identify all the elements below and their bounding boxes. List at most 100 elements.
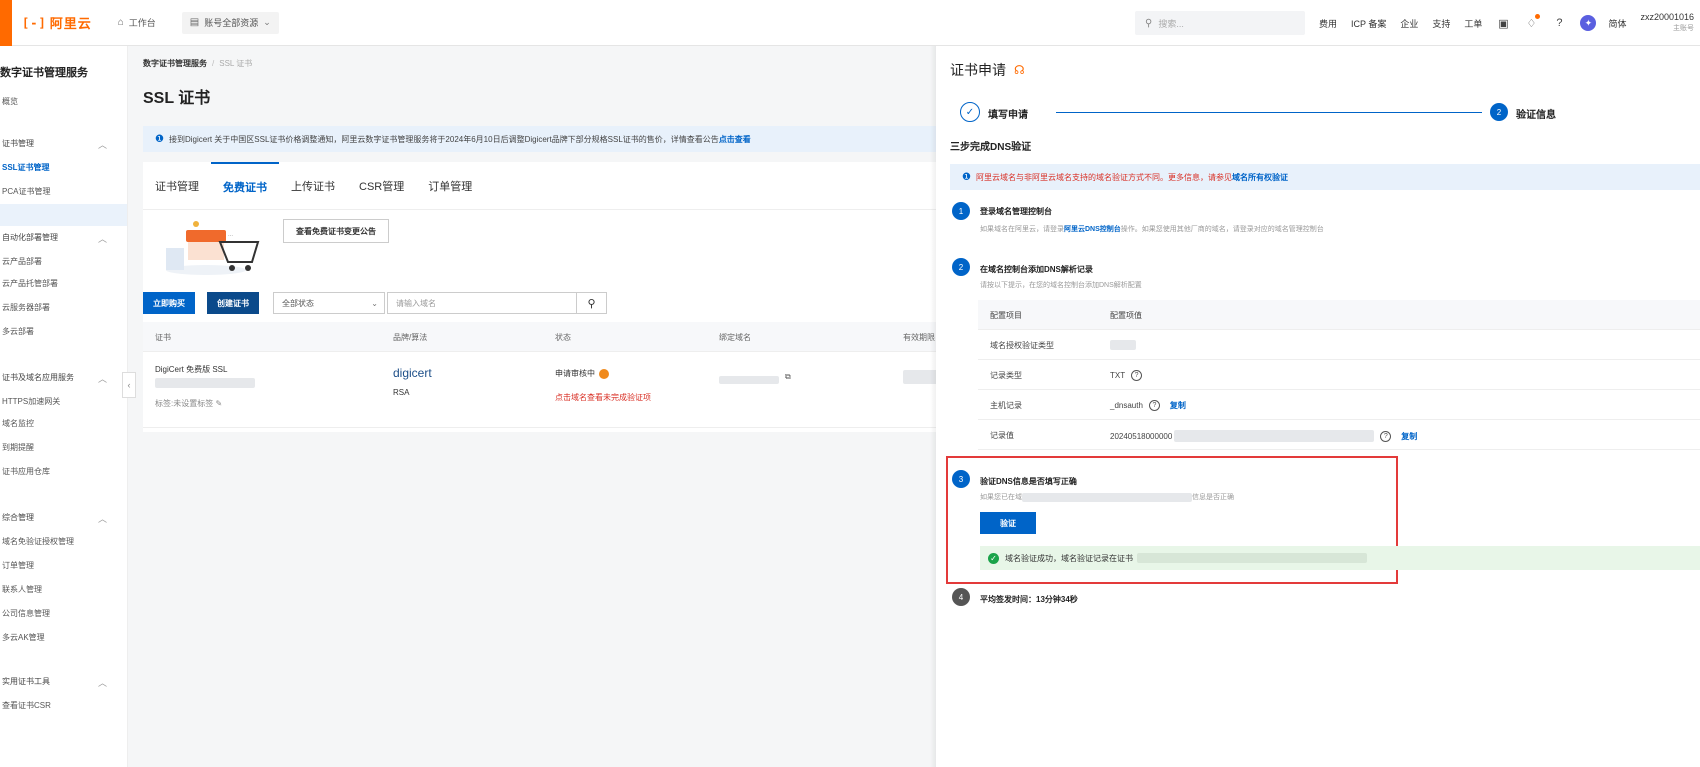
language-switch[interactable]: 简体 bbox=[1608, 17, 1626, 30]
username: zxz20001016 bbox=[1640, 12, 1694, 22]
left-sidebar: 数字证书管理服务 概览 证书管理 ︿ SSL证书管理 PCA证书管理 自动化部署管理 ︿ 云产… bbox=[0, 46, 128, 767]
chevron-up-icon[interactable]: ︿ bbox=[98, 512, 107, 525]
terminal-icon[interactable]: ▣ bbox=[1496, 16, 1510, 30]
tab-order-management[interactable]: 订单管理 bbox=[416, 162, 484, 210]
bell-icon[interactable]: ♢ bbox=[1524, 14, 1541, 30]
assistant-icon[interactable]: ✦ bbox=[1580, 15, 1597, 31]
cert-name[interactable]: DigiCert 免费版 SSL bbox=[155, 364, 227, 375]
dns-key: 主机记录 bbox=[990, 401, 1022, 410]
copy-host-button[interactable]: 复制 bbox=[1170, 400, 1186, 411]
chevron-down-icon: ⌄ bbox=[371, 298, 378, 308]
create-cert-button[interactable]: 创建证书 bbox=[207, 292, 259, 314]
account-menu[interactable]: zxz20001016 主账号 bbox=[1640, 11, 1694, 35]
top-link-billing[interactable]: 费用 bbox=[1319, 17, 1337, 30]
help-icon[interactable]: ? bbox=[1148, 400, 1160, 411]
tab-csr-management[interactable]: CSR管理 bbox=[347, 162, 416, 210]
sidebar-group[interactable]: 综合管理 bbox=[2, 512, 34, 523]
chevron-up-icon[interactable]: ︿ bbox=[98, 232, 107, 245]
top-link-ticket[interactable]: 工单 bbox=[1464, 17, 1482, 30]
sidebar-item[interactable]: HTTPS加速网关 bbox=[2, 396, 60, 407]
chevron-up-icon[interactable]: ︿ bbox=[98, 676, 107, 689]
sidebar-item[interactable]: SSL证书管理 bbox=[2, 162, 50, 173]
copy-value-button[interactable]: 复制 bbox=[1401, 431, 1417, 442]
step2-title: 在域名控制台添加DNS解析记录 bbox=[980, 265, 1093, 274]
step1-title: 登录域名管理控制台 bbox=[980, 207, 1052, 216]
redacted-text bbox=[1137, 553, 1367, 563]
step1-desc-a: 如果域名在阿里云，请登录 bbox=[980, 226, 1064, 233]
chevron-up-icon[interactable]: ︿ bbox=[98, 372, 107, 385]
step-badge-3: 3 bbox=[952, 470, 970, 488]
sidebar-item[interactable]: 到期提醒 bbox=[2, 442, 34, 453]
sidebar-group[interactable]: 证书及域名应用服务 bbox=[2, 372, 74, 383]
status-filter-select[interactable]: 全部状态 ⌄ bbox=[273, 292, 385, 314]
sidebar-collapse-button[interactable]: ‹ bbox=[122, 372, 136, 398]
chevron-up-icon[interactable]: ︿ bbox=[98, 138, 107, 151]
cert-algo: RSA bbox=[393, 388, 410, 397]
cert-status: 申请审核中 bbox=[555, 368, 609, 379]
domain-search-input[interactable]: 请输入域名 bbox=[387, 292, 577, 314]
top-link-icp[interactable]: ICP 备案 bbox=[1351, 17, 1386, 30]
sidebar-item[interactable]: 云产品托管部署 bbox=[2, 278, 58, 289]
tab-upload-cert[interactable]: 上传证书 bbox=[279, 162, 347, 210]
status-filter-value: 全部状态 bbox=[282, 298, 314, 308]
check-circle-icon: ✓ bbox=[988, 552, 999, 564]
step2-label: 验证信息 bbox=[1516, 110, 1556, 121]
headset-icon[interactable]: ☊ bbox=[1014, 63, 1025, 77]
record-type-value: TXT bbox=[1110, 371, 1126, 380]
alidns-console-link[interactable]: 阿里云DNS控制台 bbox=[1064, 226, 1121, 233]
dns-col-value: 配置项值 bbox=[1110, 311, 1142, 320]
table-row: 记录值 20240518000000? 复制 bbox=[978, 420, 1700, 450]
domain-ownership-link[interactable]: 域名所有权验证 bbox=[1232, 172, 1288, 183]
sidebar-item[interactable]: 概览 bbox=[2, 96, 18, 107]
verify-button[interactable]: 验证 bbox=[980, 512, 1036, 534]
top-link-enterprise[interactable]: 企业 bbox=[1400, 17, 1418, 30]
global-search-input[interactable]: ⚲ 搜索... bbox=[1135, 11, 1306, 35]
sidebar-item[interactable]: 多云AK管理 bbox=[2, 632, 45, 643]
sidebar-item[interactable]: 查看证书CSR bbox=[2, 700, 51, 711]
copy-icon[interactable]: ⧉ bbox=[785, 372, 791, 382]
search-placeholder: 搜索... bbox=[1158, 18, 1184, 29]
sidebar-item[interactable]: PCA证书管理 bbox=[2, 186, 50, 197]
host-record-value: _dnsauth bbox=[1110, 401, 1143, 410]
notice-link[interactable]: 点击查看 bbox=[719, 134, 751, 145]
top-link-support[interactable]: 支持 bbox=[1432, 17, 1450, 30]
cert-tag-hint[interactable]: 标签:未设置标签 ✎ bbox=[155, 398, 222, 409]
step-badge-1: 1 bbox=[952, 202, 970, 220]
sidebar-item[interactable]: 订单管理 bbox=[2, 560, 34, 571]
help-icon[interactable]: ? bbox=[1380, 430, 1392, 442]
sidebar-item[interactable]: 联系人管理 bbox=[2, 584, 42, 595]
help-icon[interactable]: ? bbox=[1552, 16, 1566, 30]
sidebar-active-highlight bbox=[0, 204, 127, 226]
sidebar-group[interactable]: 自动化部署管理 bbox=[2, 232, 58, 243]
sidebar-item[interactable]: 域名免验证授权管理 bbox=[2, 536, 74, 547]
dns-table-header: 配置项目 配置项值 bbox=[978, 300, 1700, 330]
top-bar: [-] 阿里云 ⌂ 工作台 ▤ 账号全部资源 ⌄ ⚲ 搜索... 费用 ICP … bbox=[0, 0, 1700, 46]
workbench-link[interactable]: ⌂ 工作台 bbox=[110, 12, 164, 34]
tab-free-cert[interactable]: 免费证书 bbox=[211, 162, 279, 210]
sidebar-item[interactable]: 域名监控 bbox=[2, 418, 34, 429]
breadcrumb-root[interactable]: 数字证书管理服务 bbox=[143, 59, 207, 68]
tab-bar: 证书管理 免费证书 上传证书 CSR管理 订单管理 bbox=[143, 162, 938, 210]
step1-label: 填写申请 bbox=[988, 110, 1028, 121]
notice-text: 接到Digicert 关于中国区SSL证书价格调整通知，阿里云数字证书管理服务将… bbox=[168, 134, 719, 144]
account-resources-dropdown[interactable]: ▤ 账号全部资源 ⌄ bbox=[181, 11, 279, 34]
aliyun-logo[interactable]: [-] 阿里云 bbox=[22, 13, 92, 32]
step-connector bbox=[1056, 112, 1482, 113]
sidebar-item[interactable]: 证书应用仓库 bbox=[2, 466, 50, 477]
domain-search-button[interactable]: ⚲ bbox=[577, 292, 607, 314]
free-cert-notice-button[interactable]: 查看免费证书变更公告 bbox=[283, 219, 389, 243]
sidebar-item[interactable]: 多云部署 bbox=[2, 326, 34, 337]
tab-cert-management[interactable]: 证书管理 bbox=[143, 162, 211, 210]
col-cert: 证书 bbox=[155, 333, 171, 342]
sidebar-group[interactable]: 证书管理 bbox=[2, 138, 34, 149]
cert-status-hint[interactable]: 点击域名查看未完成验证项 bbox=[555, 392, 651, 403]
edit-icon: ✎ bbox=[215, 399, 223, 408]
sidebar-item[interactable]: 公司信息管理 bbox=[2, 608, 50, 619]
help-icon[interactable]: ? bbox=[1131, 370, 1143, 381]
buy-now-button[interactable]: 立即购买 bbox=[143, 292, 195, 314]
sidebar-item[interactable]: 云产品部署 bbox=[2, 256, 42, 267]
sidebar-group[interactable]: 实用证书工具 bbox=[2, 676, 50, 687]
logo-glyph: [-] bbox=[22, 15, 47, 30]
sidebar-item[interactable]: 云服务器部署 bbox=[2, 302, 50, 313]
cert-application-drawer: 证书申请 ☊ ✓ 填写申请 2 验证信息 三步完成DNS验证 ❶ 阿里云域名与非… bbox=[936, 46, 1700, 767]
